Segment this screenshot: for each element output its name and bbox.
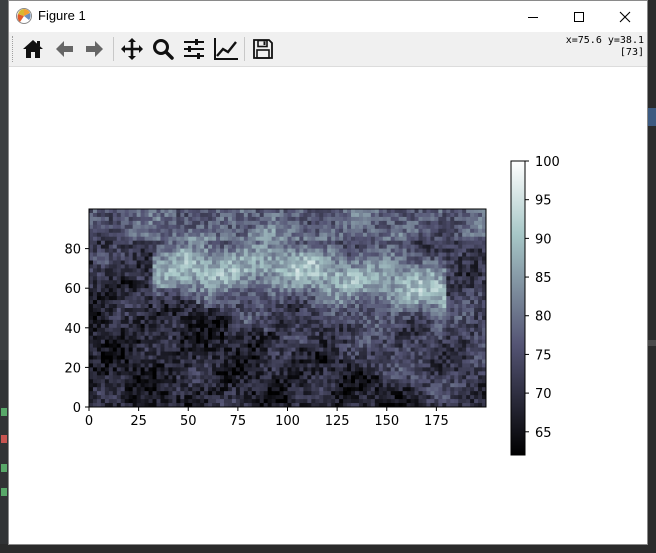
pan-button[interactable] (118, 35, 146, 63)
back-button[interactable] (50, 35, 78, 63)
y-tick-label: 0 (73, 401, 81, 416)
y-tick-label: 40 (64, 322, 81, 337)
background-ide-left (0, 360, 8, 553)
zoom-icon (153, 39, 174, 60)
edit-axis-icon (214, 38, 238, 60)
y-tick-label: 80 (64, 243, 81, 258)
maximize-icon (574, 11, 584, 22)
x-tick-label: 25 (130, 414, 147, 429)
colorbar-tick-label: 70 (535, 387, 552, 402)
home-icon (23, 40, 43, 58)
configure-subplots-icon (184, 39, 204, 59)
background-ide-marker (1, 435, 7, 443)
coordinate-readout-value: [73] (619, 47, 644, 58)
figure-window: Figure 1 x=75.6 y=38.1 [73] 0 25 50 75 1… (8, 0, 648, 545)
figure-svg[interactable]: 0 25 50 75 100 125 150 175 0 20 40 60 80 65 70 75 80 85… (9, 67, 647, 544)
colorbar-tick-label: 80 (535, 310, 552, 325)
edit-axis-button[interactable] (212, 35, 240, 63)
background-ide-marker (648, 340, 656, 346)
x-tick-label: 175 (424, 414, 449, 429)
x-tick-label: 0 (85, 414, 93, 429)
toolbar-separator (113, 37, 114, 61)
background-ide-marker (1, 464, 7, 472)
save-button[interactable] (249, 35, 277, 63)
matplotlib-app-icon (16, 8, 32, 24)
configure-subplots-button[interactable] (180, 35, 208, 63)
x-tick-label: 50 (180, 414, 197, 429)
background-ide-marker (648, 150, 656, 190)
toolbar-grip[interactable] (12, 36, 16, 62)
maximize-button[interactable] (556, 1, 602, 32)
x-tick-label: 125 (325, 414, 350, 429)
back-icon (56, 41, 73, 57)
colorbar-tick-label: 100 (535, 155, 560, 170)
window-title: Figure 1 (38, 8, 86, 23)
background-ide-right (648, 0, 656, 553)
forward-button[interactable] (81, 35, 109, 63)
close-button[interactable] (602, 1, 648, 32)
toolbar-separator (244, 37, 245, 61)
home-button[interactable] (19, 35, 47, 63)
colorbar-tick-label: 90 (535, 232, 552, 247)
minimize-icon (528, 16, 538, 18)
x-tick-label: 100 (275, 414, 300, 429)
colorbar-tick-label: 75 (535, 348, 552, 363)
title-bar[interactable]: Figure 1 (9, 1, 647, 32)
coordinate-readout: x=75.6 y=38.1 [73] (566, 35, 644, 59)
background-ide-marker (1, 488, 7, 496)
background-ide-marker (648, 108, 656, 126)
minimize-button[interactable] (510, 1, 556, 32)
colorbar-ticks: 65 70 75 80 85 90 95 100 (525, 155, 560, 441)
colorbar-tick-label: 65 (535, 426, 552, 441)
colorbar-tick-label: 95 (535, 194, 552, 209)
y-tick-label: 20 (64, 361, 81, 376)
x-axis-ticks: 0 25 50 75 100 125 150 175 (85, 407, 449, 429)
x-tick-label: 75 (230, 414, 247, 429)
figure-canvas[interactable]: 0 25 50 75 100 125 150 175 0 20 40 60 80 65 70 75 80 85… (9, 67, 647, 544)
forward-icon (86, 41, 103, 57)
heatmap-image[interactable] (89, 209, 487, 408)
background-ide-marker (1, 408, 7, 416)
background-ide-bottom (0, 544, 656, 553)
colorbar-tick-label: 85 (535, 271, 552, 286)
navigation-toolbar: x=75.6 y=38.1 [73] (9, 32, 647, 67)
x-tick-label: 150 (374, 414, 399, 429)
y-tick-label: 60 (64, 282, 81, 297)
save-icon (253, 39, 273, 59)
pan-icon (121, 38, 143, 60)
colorbar (511, 161, 525, 455)
close-icon (619, 11, 631, 22)
coordinate-readout-xy: x=75.6 y=38.1 (565, 35, 644, 46)
y-axis-ticks: 0 20 40 60 80 (64, 243, 89, 416)
zoom-button[interactable] (149, 35, 177, 63)
